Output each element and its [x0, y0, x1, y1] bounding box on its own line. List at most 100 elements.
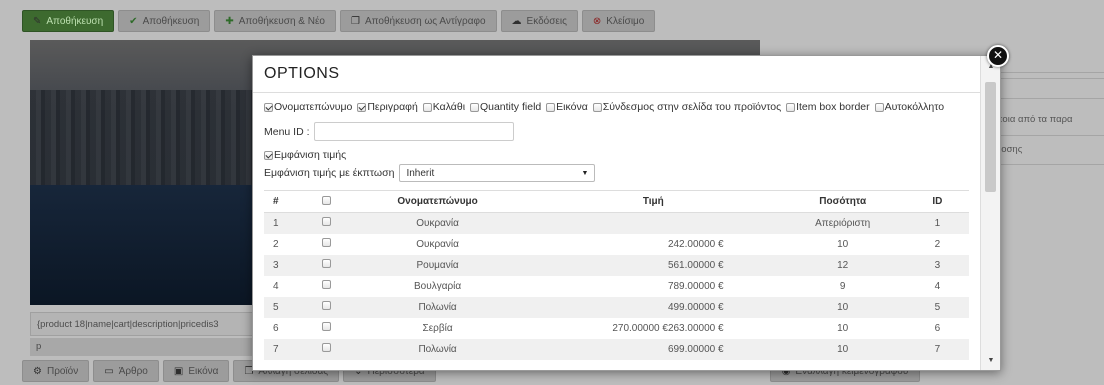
menu-id-input[interactable]	[313, 122, 514, 141]
option-4[interactable]: Εικόνα	[546, 101, 590, 114]
row-num: 4	[273, 280, 279, 292]
products-table: # Ονοματεπώνυμο Τιμή Ποσότητα ID 1 Ουκραν…	[264, 190, 969, 360]
row-id: 4	[934, 280, 941, 292]
table-row[interactable]: 3 Ρουμανία 561.00000 €12 3	[264, 254, 969, 276]
row-qty: 9	[839, 280, 846, 292]
check-icon: ✔	[129, 15, 138, 27]
option-2[interactable]: Καλάθι	[422, 101, 467, 114]
editor-toolbar: ✎ Αποθήκευση ✔ Αποθήκευση ✚ Αποθήκευση & Νέ…	[22, 10, 656, 36]
chevron-down-icon: ▼	[581, 169, 589, 177]
row-id: 1	[905, 212, 969, 234]
table-row[interactable]: 6 Σερβία 270.00000 €263.00000 € 10 6	[264, 318, 969, 339]
scroll-down-icon[interactable]: ▼	[981, 354, 1000, 368]
row-select	[306, 318, 348, 339]
row-select	[306, 212, 349, 234]
option-label: Ονοματεπώνυμο	[274, 101, 353, 113]
save-as-copy-button[interactable]: ❐ Αποθήκευση ως Αντίγραφο	[339, 10, 497, 32]
column-header-qty: Ποσότητα	[779, 190, 906, 213]
versions-icon: ☁	[511, 15, 522, 27]
option-0[interactable]: Ονοματεπώνυμο	[264, 101, 354, 114]
row-checkbox[interactable]	[322, 322, 332, 331]
row-qty: 10	[779, 338, 906, 360]
option-6[interactable]: Item box border	[786, 101, 872, 114]
row-id: 5	[905, 296, 969, 318]
option-label: Σύνδεσμος στην σελίδα του προϊόντος	[602, 101, 782, 113]
row-select	[306, 276, 348, 297]
row-price	[527, 212, 780, 234]
table-row[interactable]: 2 Ουκρανία 242.00000 € 10 2	[264, 234, 969, 255]
row-price: 789.00000 €	[667, 280, 724, 292]
table-row[interactable]: 7 Πολωνία 699.00000 €10 7	[264, 338, 969, 360]
option-checkbox[interactable]	[422, 103, 432, 112]
row-select	[306, 296, 349, 318]
copy-icon: ❐	[350, 15, 360, 27]
option-checkbox[interactable]	[786, 103, 796, 112]
versions-button[interactable]: ☁ Εκδόσεις	[500, 10, 578, 32]
select-all-checkbox[interactable]	[322, 195, 332, 205]
table-row[interactable]: 4 Βουλγαρία 789.00000 € 9 4	[264, 276, 969, 297]
table-header-row: # Ονοματεπώνυμο Τιμή Ποσότητα ID	[264, 190, 969, 213]
image-button[interactable]: ▣ Εικόνα	[162, 360, 230, 382]
save-only-button[interactable]: ✔ Αποθήκευση	[118, 10, 211, 32]
show-price-option[interactable]: Εμφάνιση τιμής	[264, 149, 969, 161]
row-qty: Απεριόριστη	[779, 212, 906, 234]
row-checkbox[interactable]	[322, 280, 332, 289]
option-1[interactable]: Περιγραφή	[357, 101, 420, 114]
option-label: Καλάθι	[432, 101, 466, 113]
save-and-new-button[interactable]: ✚ Αποθήκευση & Νέο	[214, 10, 336, 32]
row-id: 6	[934, 322, 941, 334]
column-header-price: Τιμή	[527, 190, 780, 213]
row-checkbox[interactable]	[322, 259, 332, 268]
article-icon: ▭	[104, 365, 114, 377]
option-checkbox[interactable]	[357, 103, 367, 112]
option-3[interactable]: Quantity field	[469, 101, 543, 114]
sidebar-text: ποια από τα παρα	[996, 114, 1073, 125]
row-price: 561.00000 €	[527, 254, 780, 276]
row-num: 2	[273, 238, 279, 250]
option-checkbox[interactable]	[469, 103, 479, 112]
row-checkbox[interactable]	[322, 217, 332, 227]
option-5[interactable]: Σύνδεσμος στην σελίδα του προϊόντος	[592, 101, 783, 114]
option-7[interactable]: Αυτοκόλλητο	[874, 101, 947, 114]
table-row[interactable]: 1 Ουκρανία Απεριόριστη 1	[264, 212, 969, 234]
table-row[interactable]: 5 Πολωνία 499.00000 €10 5	[264, 296, 969, 318]
column-header-id: ID	[905, 190, 969, 213]
close-editor-button[interactable]: ⊗ Κλείσιμο	[581, 10, 656, 32]
scroll-thumb[interactable]	[985, 82, 996, 192]
modal-close-icon[interactable]: ✕	[987, 45, 1009, 67]
row-price: 699.00000 €	[527, 338, 780, 360]
row-select	[306, 234, 348, 255]
option-checkbox[interactable]	[592, 103, 602, 112]
row-price: 270.00000 €263.00000 €	[612, 322, 724, 334]
discount-price-select[interactable]: Inherit ▼	[399, 164, 596, 182]
discount-price-label: Εμφάνιση τιμής με έκπτωση	[264, 167, 395, 179]
article-button[interactable]: ▭ Άρθρο	[93, 360, 159, 382]
product-button[interactable]: ⚙ Προϊόν	[22, 360, 90, 382]
row-checkbox[interactable]	[322, 301, 332, 310]
save-button[interactable]: ✎ Αποθήκευση	[22, 10, 115, 32]
option-label: Item box border	[796, 101, 870, 113]
row-name: Σερβία	[422, 322, 453, 334]
option-checkbox[interactable]	[546, 103, 556, 112]
plus-icon: ✚	[225, 15, 234, 27]
row-select	[306, 338, 349, 360]
option-checkbox[interactable]	[874, 103, 884, 112]
column-header-name: Ονοματεπώνυμο	[348, 190, 528, 213]
row-num: 5	[264, 296, 307, 318]
row-checkbox[interactable]	[322, 343, 332, 352]
show-price-checkbox[interactable]	[264, 150, 273, 160]
row-qty: 10	[837, 322, 849, 334]
option-checkbox[interactable]	[264, 103, 273, 112]
row-id: 7	[905, 338, 969, 360]
modal-scrollbar[interactable]: ▲ ▼	[980, 56, 1000, 370]
product-icon: ⚙	[33, 365, 42, 377]
modal-title: OPTIONS	[264, 65, 340, 82]
row-price: 499.00000 €	[527, 296, 780, 318]
row-name: Ουκρανία	[348, 212, 528, 234]
row-name: Πολωνία	[348, 296, 528, 318]
row-qty: 10	[779, 296, 906, 318]
row-select	[306, 254, 349, 276]
row-num: 6	[273, 322, 279, 334]
row-checkbox[interactable]	[322, 238, 332, 247]
row-id: 3	[905, 254, 969, 276]
